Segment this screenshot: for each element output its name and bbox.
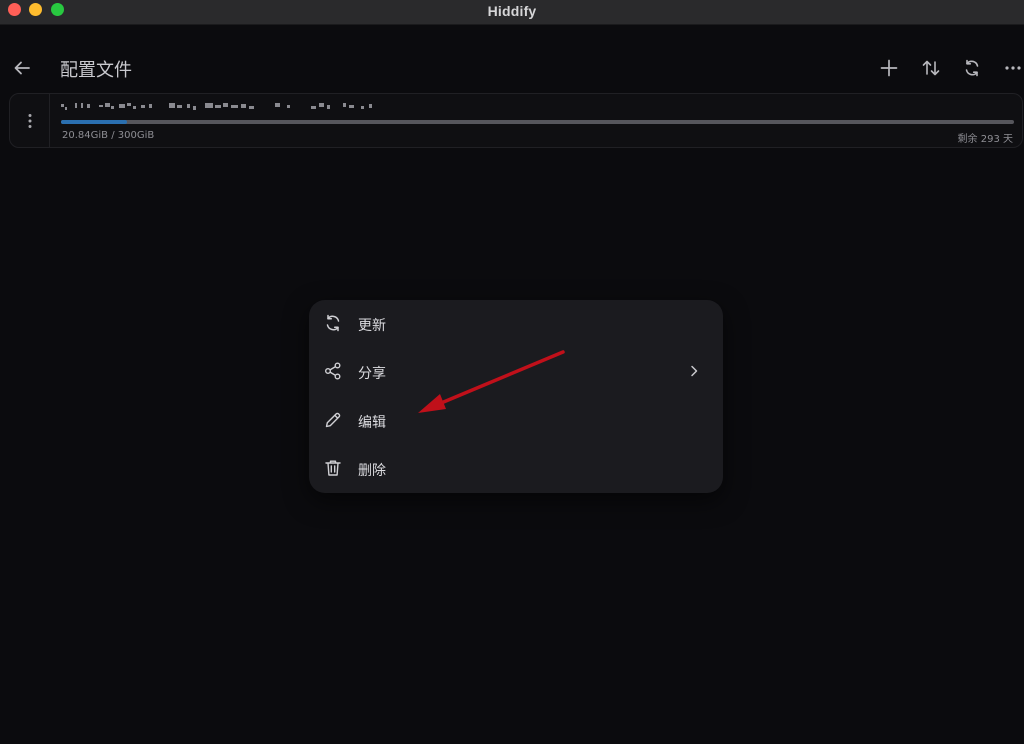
sort-button[interactable] xyxy=(918,55,944,81)
menu-item-update[interactable]: 更新 xyxy=(309,300,723,348)
menu-item-label: 删除 xyxy=(358,463,386,479)
profile-menu-button[interactable] xyxy=(10,94,50,147)
menu-item-edit[interactable]: 编辑 xyxy=(309,397,723,445)
trash-icon xyxy=(322,457,344,479)
back-button[interactable] xyxy=(9,55,35,81)
arrow-left-icon xyxy=(14,61,30,75)
profile-card[interactable]: 20.84GiB / 300GiB 剩余 293 天 xyxy=(9,93,1023,148)
menu-item-share[interactable]: 分享 xyxy=(309,348,723,396)
more-button[interactable] xyxy=(1000,55,1024,81)
menu-item-label: 编辑 xyxy=(358,415,386,431)
share-icon xyxy=(322,360,344,382)
refresh-all-button[interactable] xyxy=(959,55,985,81)
usage-text: 20.84GiB / 300GiB xyxy=(62,130,155,141)
usage-progress-fill xyxy=(61,120,128,124)
chevron-right-icon xyxy=(687,362,701,380)
window-titlebar: Hiddify xyxy=(0,0,1024,25)
usage-progress-bar xyxy=(61,120,1014,124)
profile-context-menu: 更新 分享 编辑 删除 xyxy=(309,300,723,493)
page-title: 配置文件 xyxy=(60,60,132,81)
window-title: Hiddify xyxy=(487,3,537,19)
refresh-icon xyxy=(322,312,344,334)
add-profile-button[interactable] xyxy=(876,55,902,81)
sort-icon xyxy=(922,60,940,76)
profile-name-redacted xyxy=(61,103,372,110)
menu-item-delete[interactable]: 删除 xyxy=(309,445,723,493)
remaining-days-text: 剩余 293 天 xyxy=(957,134,1013,145)
more-icon xyxy=(1005,66,1021,70)
menu-item-label: 更新 xyxy=(358,318,386,334)
app-bar: 配置文件 xyxy=(0,25,1024,91)
add-icon xyxy=(880,59,898,77)
menu-item-label: 分享 xyxy=(358,366,386,382)
vertical-dots-icon xyxy=(28,113,31,128)
pencil-icon xyxy=(322,409,344,431)
refresh-icon xyxy=(965,59,979,77)
